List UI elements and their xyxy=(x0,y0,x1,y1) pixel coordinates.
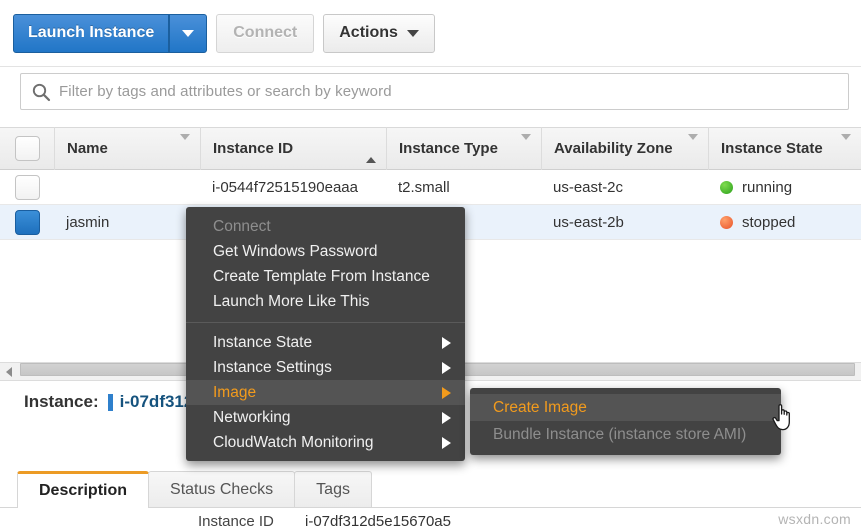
menu-item-networking[interactable]: Networking xyxy=(186,405,465,430)
tab-label: Status Checks xyxy=(170,481,273,499)
status-dot-running-icon xyxy=(720,181,733,194)
column-label: Availability Zone xyxy=(554,140,673,157)
column-label: Instance State xyxy=(721,140,823,157)
row-checkbox[interactable] xyxy=(15,175,40,200)
detail-field-label: Instance ID xyxy=(198,513,274,530)
cell-instance-state: stopped xyxy=(708,205,861,240)
menu-item-label: Instance Settings xyxy=(213,359,332,377)
menu-item-label: Instance State xyxy=(213,334,312,352)
menu-item-launch-more-like-this[interactable]: Launch More Like This xyxy=(186,289,465,314)
chevron-down-icon xyxy=(182,30,194,37)
launch-instance-dropdown-button[interactable] xyxy=(169,14,207,53)
menu-item-get-windows-password[interactable]: Get Windows Password xyxy=(186,239,465,264)
chevron-right-icon xyxy=(442,437,451,449)
filter-bar: Filter by tags and attributes or search … xyxy=(0,66,861,115)
actions-button[interactable]: Actions xyxy=(323,14,435,53)
detail-field-value: i-07df312d5e15670a5 xyxy=(305,513,451,530)
image-submenu: Create Image Bundle Instance (instance s… xyxy=(470,388,781,455)
menu-item-label: Get Windows Password xyxy=(213,243,378,261)
tab-label: Description xyxy=(39,482,127,500)
menu-item-label: Launch More Like This xyxy=(213,293,370,311)
tab-label: Tags xyxy=(316,481,350,499)
chevron-right-icon xyxy=(442,337,451,349)
cell-name xyxy=(54,170,200,205)
column-label: Name xyxy=(67,140,108,157)
sort-descending-icon[interactable] xyxy=(521,140,531,157)
menu-item-label: Create Image xyxy=(493,399,587,417)
row-checkbox-cell[interactable] xyxy=(0,170,54,205)
sort-descending-icon[interactable] xyxy=(841,140,851,157)
sort-descending-icon[interactable] xyxy=(180,140,190,157)
chevron-down-icon xyxy=(407,30,419,37)
cell-instance-type: t2.small xyxy=(386,170,541,205)
connect-button-label: Connect xyxy=(233,24,297,42)
status-dot-stopped-icon xyxy=(720,216,733,229)
menu-item-label: Networking xyxy=(213,409,291,427)
menu-item-label: Bundle Instance (instance store AMI) xyxy=(493,426,746,444)
menu-item-cloudwatch-monitoring[interactable]: CloudWatch Monitoring xyxy=(186,430,465,455)
instance-state-label: stopped xyxy=(742,214,795,231)
instance-state-label: running xyxy=(742,179,792,196)
cell-availability-zone: us-east-2c xyxy=(541,170,708,205)
connect-button: Connect xyxy=(216,14,314,53)
table-header: Name Instance ID Instance Type Availabil… xyxy=(0,127,861,170)
sort-ascending-icon[interactable] xyxy=(366,140,376,157)
tab-description[interactable]: Description xyxy=(17,471,149,508)
submenu-item-bundle-instance: Bundle Instance (instance store AMI) xyxy=(470,421,781,448)
column-header-instance-state[interactable]: Instance State xyxy=(708,127,861,170)
scroll-left-button[interactable] xyxy=(0,363,18,380)
column-header-instance-id[interactable]: Instance ID xyxy=(200,127,386,170)
search-placeholder: Filter by tags and attributes or search … xyxy=(59,83,392,100)
menu-item-create-template-from-instance[interactable]: Create Template From Instance xyxy=(186,264,465,289)
actions-button-label: Actions xyxy=(339,24,398,42)
chevron-right-icon xyxy=(442,412,451,424)
search-icon xyxy=(31,82,51,102)
menu-item-label: Create Template From Instance xyxy=(213,268,430,286)
launch-instance-label: Launch Instance xyxy=(28,24,154,42)
chevron-left-icon xyxy=(6,367,12,377)
menu-separator xyxy=(186,322,465,323)
column-label: Instance ID xyxy=(213,140,293,157)
menu-item-label: CloudWatch Monitoring xyxy=(213,434,374,452)
table-row[interactable]: i-0544f72515190eaaa t2.small us-east-2c … xyxy=(0,170,861,205)
sort-descending-icon[interactable] xyxy=(688,140,698,157)
column-label: Instance Type xyxy=(399,140,498,157)
row-checkbox-cell[interactable] xyxy=(0,205,54,240)
menu-item-image[interactable]: Image xyxy=(186,380,465,405)
cell-availability-zone: us-east-2b xyxy=(541,205,708,240)
select-all-checkbox-cell[interactable] xyxy=(0,127,54,170)
column-header-instance-type[interactable]: Instance Type xyxy=(386,127,541,170)
row-checkbox[interactable] xyxy=(15,210,40,235)
menu-item-label: Connect xyxy=(213,218,271,236)
watermark: wsxdn.com xyxy=(778,511,851,527)
submenu-item-create-image[interactable]: Create Image xyxy=(470,394,781,421)
instance-marker-icon xyxy=(108,394,113,411)
menu-item-instance-state[interactable]: Instance State xyxy=(186,330,465,355)
context-menu: Connect Get Windows Password Create Temp… xyxy=(186,207,465,461)
cell-instance-id: i-0544f72515190eaaa xyxy=(200,170,386,205)
launch-instance-button[interactable]: Launch Instance xyxy=(13,14,169,53)
chevron-right-icon xyxy=(442,362,451,374)
cell-instance-state: running xyxy=(708,170,861,205)
menu-item-instance-settings[interactable]: Instance Settings xyxy=(186,355,465,380)
search-input[interactable]: Filter by tags and attributes or search … xyxy=(20,73,849,110)
select-all-checkbox[interactable] xyxy=(15,136,40,161)
toolbar: Launch Instance Connect Actions xyxy=(0,0,861,66)
pointer-hand-cursor xyxy=(770,400,796,432)
launch-instance-button-group: Launch Instance xyxy=(13,14,207,53)
tab-tags[interactable]: Tags xyxy=(294,471,372,508)
column-header-name[interactable]: Name xyxy=(54,127,200,170)
ec2-instances-console: Launch Instance Connect Actions Filter b… xyxy=(0,0,861,532)
detail-tabs: Description Status Checks Tags xyxy=(17,470,371,508)
instance-heading-label: Instance: xyxy=(24,392,99,412)
cell-name: jasmin xyxy=(54,205,200,240)
column-header-availability-zone[interactable]: Availability Zone xyxy=(541,127,708,170)
chevron-right-icon xyxy=(442,387,451,399)
menu-item-label: Image xyxy=(213,384,256,402)
menu-item-connect: Connect xyxy=(186,214,465,239)
tab-status-checks[interactable]: Status Checks xyxy=(148,471,295,508)
